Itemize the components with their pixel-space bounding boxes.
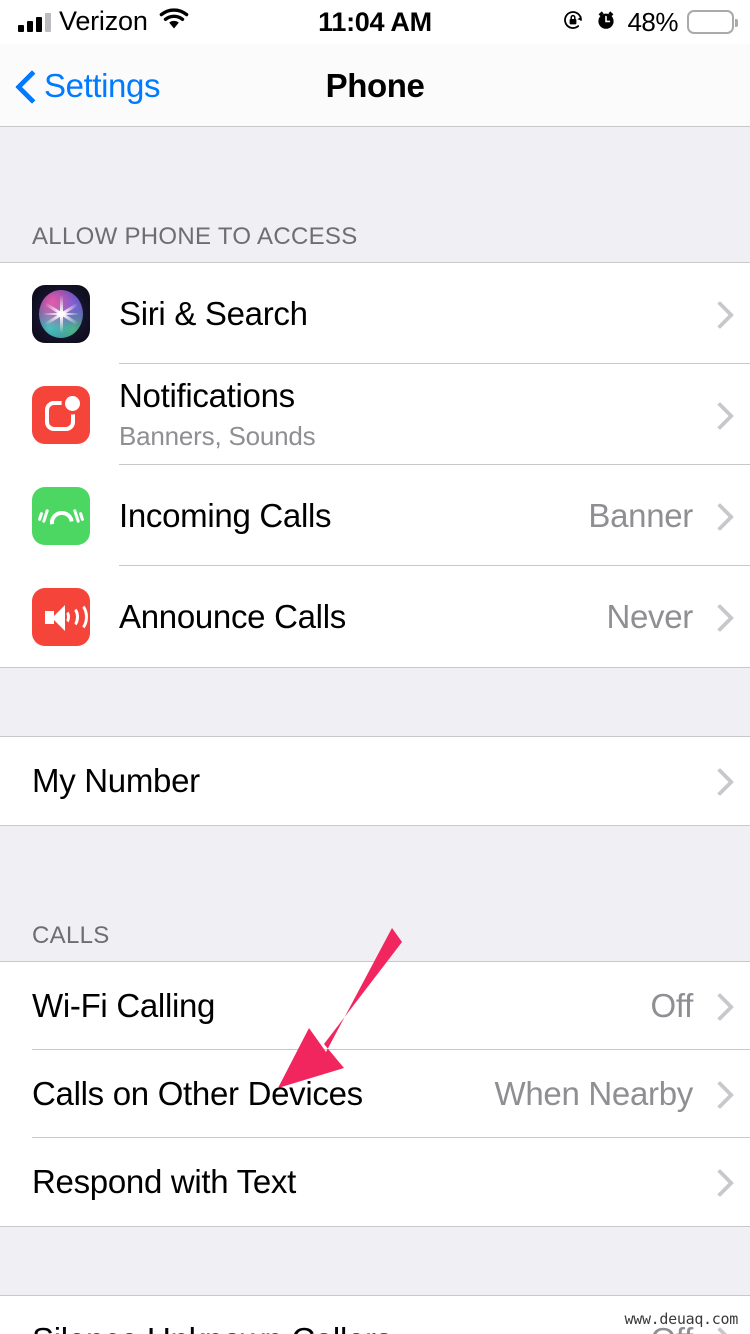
settings-row-wi-fi-calling[interactable]: Wi-Fi CallingOff (0, 962, 750, 1050)
iphone-screen: Verizon 11:04 AM (0, 0, 750, 1334)
incoming-calls-icon (32, 487, 90, 545)
navigation-bar: Settings Phone (0, 44, 750, 127)
row-title: Notifications (119, 377, 710, 415)
status-bar-right: 48% (561, 0, 734, 44)
alarm-clock-icon (594, 8, 618, 37)
settings-row-siri-search[interactable]: Siri & Search (0, 263, 750, 364)
chevron-right-icon (710, 768, 724, 794)
chevron-right-icon (710, 1327, 724, 1334)
battery-icon (687, 10, 734, 34)
chevron-right-icon (710, 604, 724, 630)
page-title: Phone (0, 44, 750, 127)
row-title: Siri & Search (119, 295, 710, 333)
settings-group: My Number (0, 736, 750, 826)
row-title: My Number (32, 762, 710, 800)
chevron-right-icon (710, 503, 724, 529)
settings-row-announce-calls[interactable]: Announce CallsNever (0, 566, 750, 667)
row-text: Silence Unknown Callers (32, 1321, 650, 1334)
settings-row-my-number[interactable]: My Number (0, 737, 750, 825)
section-header-label: CALLS (32, 922, 110, 950)
row-text: Calls on Other Devices (32, 1075, 495, 1113)
settings-list: ALLOW PHONE TO ACCESS Siri & Search Notifi… (0, 127, 750, 1334)
row-text: My Number (32, 762, 710, 800)
row-text: Respond with Text (32, 1163, 710, 1201)
battery-percent-label: 48% (627, 7, 678, 38)
row-value: When Nearby (495, 1075, 693, 1113)
row-value: Off (650, 987, 693, 1025)
section-gap (0, 1227, 750, 1295)
status-bar: Verizon 11:04 AM (0, 0, 750, 44)
section-header: CALLS (0, 881, 750, 961)
row-text: Siri & Search (119, 295, 710, 333)
announce-calls-icon (32, 588, 90, 646)
settings-row-incoming-calls[interactable]: Incoming CallsBanner (0, 465, 750, 566)
row-title: Respond with Text (32, 1163, 710, 1201)
rotation-lock-icon (561, 8, 585, 37)
chevron-right-icon (710, 402, 724, 428)
row-value: Banner (588, 497, 693, 535)
section-gap (0, 668, 750, 736)
settings-row-notifications[interactable]: Notifications Banners, Sounds (0, 364, 750, 465)
section-gap (0, 127, 750, 182)
siri-icon (32, 285, 90, 343)
settings-row-respond-with-text[interactable]: Respond with Text (0, 1138, 750, 1226)
clock-label: 11:04 AM (318, 7, 432, 38)
settings-group: Siri & Search Notifications Banners, Sound… (0, 262, 750, 668)
row-value: Never (606, 598, 693, 636)
row-subtitle: Banners, Sounds (119, 421, 710, 452)
row-text: Wi-Fi Calling (32, 987, 650, 1025)
section-header-label: ALLOW PHONE TO ACCESS (32, 223, 358, 251)
watermark: www.deuaq.com (624, 1310, 738, 1328)
row-text: Incoming Calls (119, 497, 588, 535)
row-text: Notifications Banners, Sounds (119, 377, 710, 453)
row-title: Wi-Fi Calling (32, 987, 650, 1025)
row-title: Announce Calls (119, 598, 606, 636)
chevron-right-icon (710, 1081, 724, 1107)
section-gap (0, 826, 750, 881)
chevron-right-icon (710, 993, 724, 1019)
notifications-icon (32, 386, 90, 444)
row-text: Announce Calls (119, 598, 606, 636)
row-title: Calls on Other Devices (32, 1075, 495, 1113)
settings-row-calls-on-other-devices[interactable]: Calls on Other DevicesWhen Nearby (0, 1050, 750, 1138)
row-title: Silence Unknown Callers (32, 1321, 650, 1334)
section-header: ALLOW PHONE TO ACCESS (0, 182, 750, 262)
chevron-right-icon (710, 301, 724, 327)
settings-group: Wi-Fi CallingOffCalls on Other DevicesWh… (0, 961, 750, 1227)
row-title: Incoming Calls (119, 497, 588, 535)
chevron-right-icon (710, 1169, 724, 1195)
